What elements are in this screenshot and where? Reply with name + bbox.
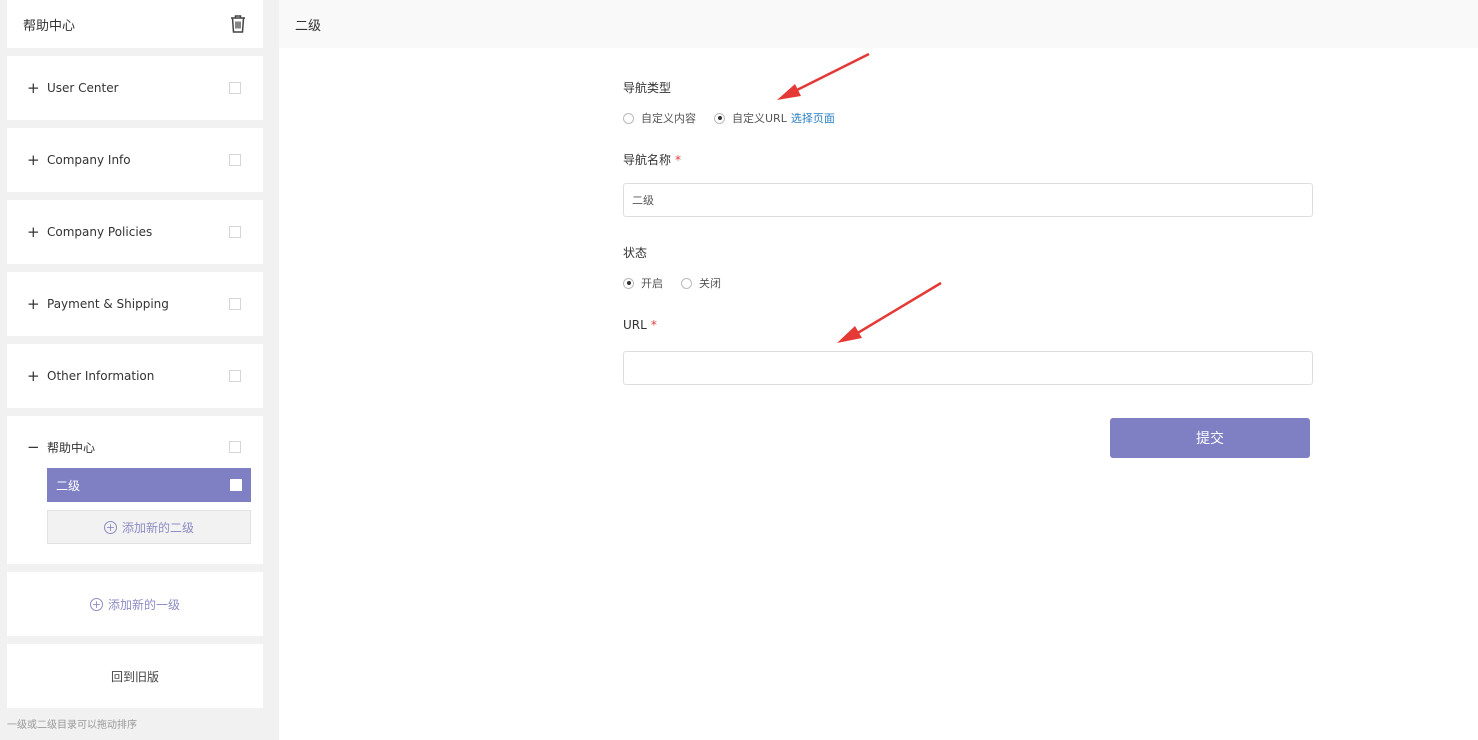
sidebar-item-label: Other Information — [47, 369, 155, 383]
back-to-old-version-button[interactable]: 回到旧版 — [7, 644, 263, 708]
sidebar-item-company-policies[interactable]: + Company Policies — [7, 200, 263, 264]
expand-icon[interactable]: + — [27, 296, 40, 312]
expand-icon[interactable]: + — [27, 224, 40, 240]
sidebar-item-other-information[interactable]: + Other Information — [7, 344, 263, 408]
radio-unchecked[interactable] — [623, 112, 634, 124]
sidebar-item-label: 帮助中心 — [47, 440, 96, 455]
main-panel: 二级 导航类型 自定义内容 自定义URL 选择页面 导航名称* 状态 开启 — [279, 0, 1478, 740]
radio-label: 自定义内容 — [641, 112, 696, 125]
back-old-card: 回到旧版 — [7, 644, 263, 708]
add-circle-icon: + — [103, 520, 117, 534]
expand-icon[interactable]: + — [27, 152, 40, 168]
collapse-icon[interactable]: − — [27, 439, 40, 455]
sub-item-label: 二级 — [56, 478, 81, 493]
url-label: URL * — [623, 318, 657, 332]
radio-label: 开启 — [641, 277, 663, 290]
item-checkbox[interactable] — [229, 154, 241, 166]
sub-item-checkbox[interactable] — [230, 479, 242, 491]
nav-type-option-custom-url[interactable]: 自定义URL — [714, 110, 787, 126]
page-title: 二级 — [295, 18, 322, 34]
nav-name-input[interactable] — [623, 183, 1313, 217]
url-label-text: URL — [623, 318, 647, 332]
radio-label: 关闭 — [699, 277, 721, 290]
sidebar-item-label: Payment & Shipping — [47, 297, 169, 311]
item-checkbox[interactable] — [229, 370, 241, 382]
radio-label: 自定义URL — [732, 112, 787, 125]
sidebar-title: 帮助中心 — [23, 18, 76, 34]
annotation-arrow-icon — [837, 281, 942, 343]
nav-type-radio-group: 自定义内容 自定义URL 选择页面 — [623, 110, 835, 126]
expand-icon[interactable]: + — [27, 368, 40, 384]
sidebar: 帮助中心 + User Center + Company Info + Comp… — [0, 0, 270, 740]
sidebar-item-label: Company Policies — [47, 225, 153, 239]
sub-item-active[interactable]: 二级 — [47, 468, 251, 502]
status-label: 状态 — [623, 246, 648, 260]
item-checkbox[interactable] — [229, 441, 241, 453]
sidebar-item-help-center: − 帮助中心 二级 + 添加新的二级 — [7, 416, 263, 564]
add-sub-label: 添加新的二级 — [121, 520, 194, 535]
submit-button[interactable]: 提交 — [1110, 418, 1310, 458]
add-circle-icon: + — [89, 597, 103, 611]
nav-type-label: 导航类型 — [623, 81, 672, 95]
sidebar-header: 帮助中心 — [7, 0, 263, 48]
sidebar-item-payment-shipping[interactable]: + Payment & Shipping — [7, 272, 263, 336]
nav-name-label: 导航名称 * — [623, 151, 681, 168]
sidebar-item-company-info[interactable]: + Company Info — [7, 128, 263, 192]
main-header: 二级 — [279, 0, 1478, 48]
status-radio-group: 开启 关闭 — [623, 275, 739, 291]
required-mark: * — [675, 153, 682, 167]
select-page-link[interactable]: 选择页面 — [791, 110, 835, 126]
sidebar-item-label: User Center — [47, 81, 119, 95]
drag-sort-hint: 一级或二级目录可以拖动排序 — [7, 720, 137, 731]
sidebar-item-label: Company Info — [47, 153, 131, 167]
status-option-on[interactable]: 开启 — [623, 275, 663, 291]
nav-name-label-text: 导航名称 — [623, 153, 672, 167]
radio-checked[interactable] — [623, 277, 634, 289]
nav-type-option-custom-content[interactable]: 自定义内容 — [623, 110, 696, 126]
add-top-item-button[interactable]: + 添加新的一级 — [7, 572, 263, 636]
item-checkbox[interactable] — [229, 82, 241, 94]
add-top-item-card: + 添加新的一级 — [7, 572, 263, 636]
radio-unchecked[interactable] — [681, 277, 692, 289]
trash-icon[interactable] — [229, 14, 247, 34]
url-input[interactable] — [623, 351, 1313, 385]
required-mark: * — [650, 318, 657, 332]
annotation-arrow-icon — [777, 52, 870, 100]
add-top-label: 添加新的一级 — [107, 597, 180, 612]
item-checkbox[interactable] — [229, 226, 241, 238]
add-sub-item-button[interactable]: + 添加新的二级 — [47, 510, 251, 544]
sidebar-item-user-center[interactable]: + User Center — [7, 56, 263, 120]
expand-icon[interactable]: + — [27, 80, 40, 96]
status-option-off[interactable]: 关闭 — [681, 275, 721, 291]
radio-checked[interactable] — [714, 112, 725, 124]
item-checkbox[interactable] — [229, 298, 241, 310]
